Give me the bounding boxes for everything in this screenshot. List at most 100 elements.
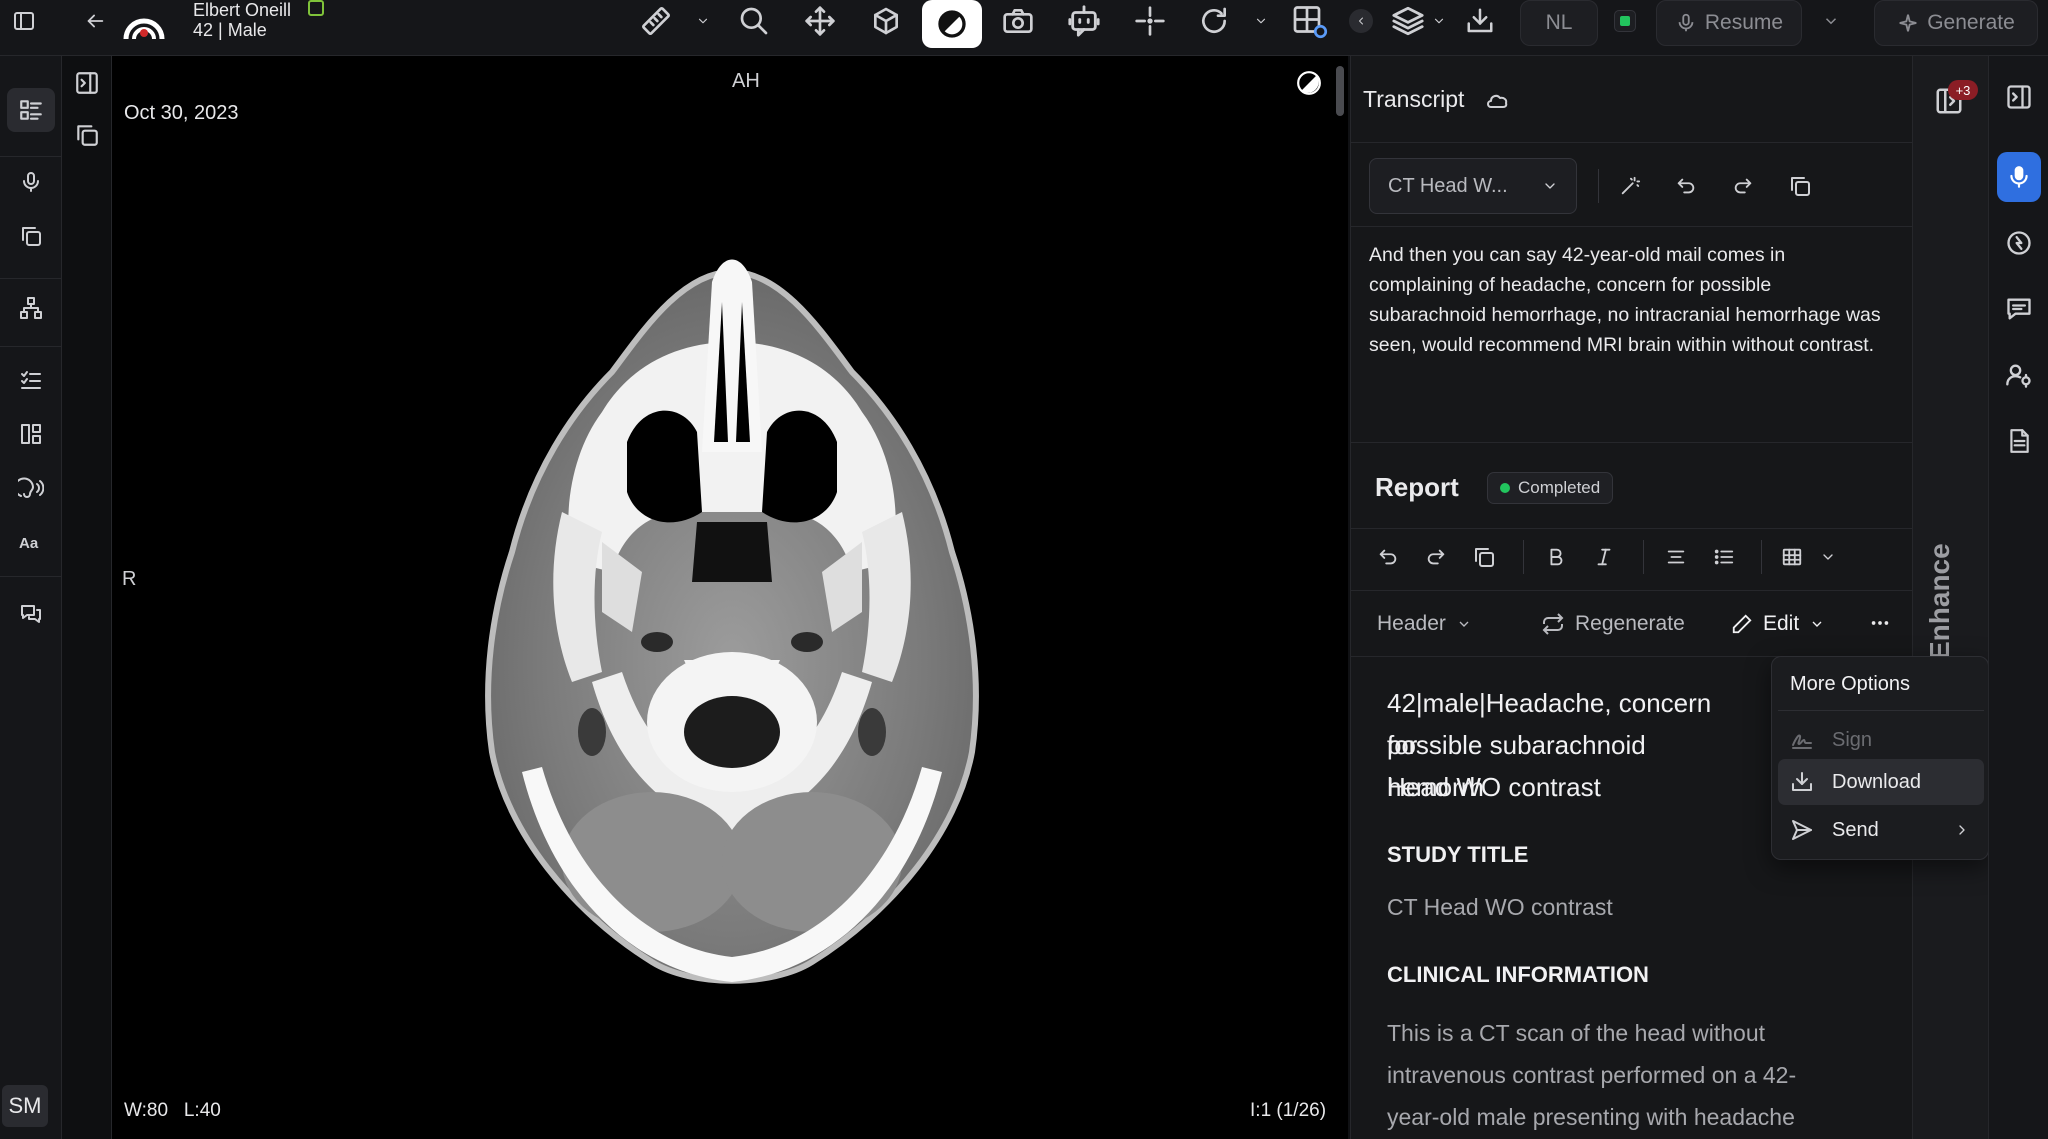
ai-analysis-icon[interactable] <box>1997 218 2041 268</box>
clinical-information-line-1[interactable]: This is a CT scan of the head without <box>1387 1012 1857 1054</box>
chevron-down-icon <box>1459 621 1469 627</box>
window-level-readout: W:80 L:40 <box>124 1100 221 1122</box>
language-nl-button[interactable]: NL <box>1520 0 1598 46</box>
worklist-icon[interactable] <box>7 88 55 132</box>
ruler-dropdown-chevron-icon[interactable] <box>692 0 714 42</box>
sidebar-toggle-icon[interactable] <box>6 0 42 42</box>
report-status-label: Completed <box>1518 478 1601 497</box>
table-dropdown-chevron-icon[interactable] <box>1811 540 1845 574</box>
menu-item-sign-label: Sign <box>1832 728 1873 751</box>
toolbar-scroll-left-icon[interactable] <box>1348 0 1374 42</box>
transcript-text[interactable]: And then you can say 42-year-old mail co… <box>1369 240 1893 356</box>
voice-command-icon[interactable] <box>7 466 55 510</box>
status-indicator-icon <box>1612 0 1638 42</box>
patient-age-sex: 42 | Male <box>193 20 267 40</box>
user-avatar[interactable]: SM <box>2 1085 48 1127</box>
pan-move-icon[interactable] <box>800 0 840 42</box>
report-redo-icon[interactable] <box>1419 540 1453 574</box>
comments-icon[interactable] <box>1997 284 2041 334</box>
left-navigation-rail: Aa SM <box>0 56 62 1139</box>
level-value: 40 <box>199 1100 221 1121</box>
3d-rotate-icon[interactable] <box>866 0 906 42</box>
generate-button[interactable]: Generate <box>1874 0 2038 46</box>
messages-chat-icon[interactable] <box>7 592 55 636</box>
top-toolbar: Elbert Oneill 42 | Male NL Resume Genera… <box>0 0 2048 56</box>
italic-icon[interactable] <box>1587 540 1621 574</box>
study-date: Oct 30, 2023 <box>124 102 239 124</box>
clinical-information-label: CLINICAL INFORMATION <box>1387 962 1649 987</box>
header-select[interactable]: Header <box>1377 612 1472 636</box>
dictation-microphone-icon[interactable] <box>7 160 55 204</box>
hierarchy-icon[interactable] <box>7 286 55 330</box>
patient-name: Elbert Oneill <box>193 0 292 20</box>
invert-contrast-icon[interactable] <box>1296 70 1322 96</box>
app-logo-icon <box>118 0 170 42</box>
checklist-icon[interactable] <box>7 358 55 402</box>
ai-assistant-bot-icon[interactable] <box>1064 0 1104 42</box>
enhance-vertical-label[interactable]: Enhance <box>1924 543 1956 660</box>
image-viewport[interactable]: Oct 30, 2023 AH R W:80 L:40 I:1 (1/26) <box>112 56 1348 1139</box>
microphone-icon <box>1678 13 1694 32</box>
text-size-icon[interactable]: Aa <box>7 520 55 564</box>
series-copy-icon[interactable] <box>70 118 104 152</box>
download-tray-icon[interactable] <box>1462 0 1498 42</box>
rotate-icon[interactable] <box>1194 0 1234 42</box>
collapse-right-panel-icon[interactable] <box>1997 72 2041 122</box>
report-status-badge: Completed <box>1487 472 1614 504</box>
level-label: L: <box>183 1100 200 1121</box>
patient-flag-icon[interactable] <box>308 0 324 16</box>
resume-dropdown-chevron-icon[interactable] <box>1818 0 1844 42</box>
collapse-panel-icon[interactable] <box>70 66 104 100</box>
document-report-icon[interactable] <box>1997 416 2041 466</box>
table-icon[interactable] <box>1775 540 1809 574</box>
report-copy-icon[interactable] <box>1467 540 1501 574</box>
clinical-information-line-2[interactable]: intravenous contrast performed on a 42- <box>1387 1054 1857 1096</box>
status-dot-icon <box>1500 483 1510 493</box>
edit-label: Edit <box>1763 612 1800 635</box>
viewport-scrollbar-thumb[interactable] <box>1336 66 1344 116</box>
window-level-contrast-icon[interactable] <box>922 0 982 48</box>
back-arrow-icon[interactable] <box>80 0 110 42</box>
crosshair-icon[interactable] <box>1130 0 1170 42</box>
menu-item-download[interactable]: Download <box>1778 759 1984 805</box>
user-settings-icon[interactable] <box>1997 350 2041 400</box>
copy-studies-icon[interactable] <box>7 214 55 258</box>
camera-snapshot-icon[interactable] <box>998 0 1038 42</box>
study-title-value[interactable]: CT Head WO contrast <box>1387 886 1857 928</box>
undo-icon[interactable] <box>1669 169 1703 203</box>
regenerate-arrows-icon <box>1542 613 1564 635</box>
right-tool-rail <box>1988 56 2048 1139</box>
zoom-search-icon[interactable] <box>734 0 774 42</box>
sparkle-icon <box>1899 14 1917 32</box>
edit-button[interactable]: Edit <box>1731 612 1825 636</box>
bold-icon[interactable] <box>1539 540 1573 574</box>
clinical-information-line-3[interactable]: year-old male presenting with headache <box>1387 1096 1857 1138</box>
header-select-label: Header <box>1377 612 1446 635</box>
magic-wand-icon[interactable] <box>1613 169 1647 203</box>
resume-button[interactable]: Resume <box>1656 0 1802 46</box>
dashboard-layout-icon[interactable] <box>7 412 55 456</box>
transcript-report-panel: Transcript CT Head W... And then you can… <box>1350 56 1912 1139</box>
language-label: NL <box>1545 11 1573 34</box>
bullet-list-icon[interactable] <box>1707 540 1741 574</box>
window-label: W: <box>124 1100 147 1121</box>
copy-transcript-icon[interactable] <box>1783 169 1817 203</box>
layers-dropdown-chevron-icon[interactable] <box>1430 0 1448 42</box>
more-options-ellipsis-icon[interactable] <box>1863 606 1897 640</box>
pencil-icon <box>1732 614 1752 634</box>
redo-icon[interactable] <box>1726 169 1760 203</box>
generate-label: Generate <box>1927 11 2015 34</box>
menu-item-sign[interactable]: Sign <box>1778 717 1984 763</box>
layers-icon[interactable] <box>1388 0 1428 42</box>
menu-item-send[interactable]: Send <box>1778 807 1984 853</box>
rotate-dropdown-chevron-icon[interactable] <box>1250 0 1272 42</box>
image-value: 1 (1/26) <box>1260 1100 1327 1121</box>
regenerate-button[interactable]: Regenerate <box>1541 612 1685 636</box>
report-undo-icon[interactable] <box>1371 540 1405 574</box>
report-heading-line-3[interactable]: Head WO contrast <box>1387 766 1747 808</box>
template-select[interactable]: CT Head W... <box>1369 158 1577 214</box>
layout-grid-settings-icon[interactable] <box>1288 0 1332 42</box>
ruler-icon[interactable] <box>636 0 676 42</box>
align-icon[interactable] <box>1659 540 1693 574</box>
dictation-active-microphone-icon[interactable] <box>1997 152 2041 202</box>
